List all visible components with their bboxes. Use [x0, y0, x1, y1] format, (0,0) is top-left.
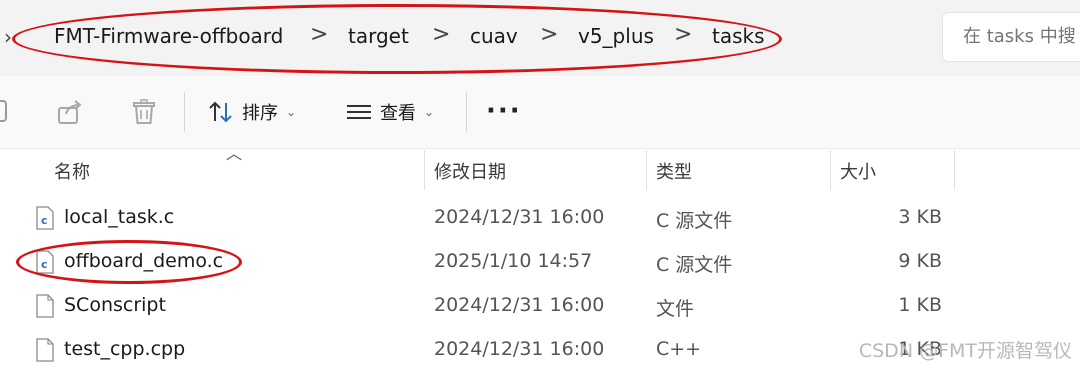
column-divider[interactable]	[830, 150, 831, 190]
breadcrumb-item-cuav[interactable]: cuav	[470, 24, 518, 48]
file-row[interactable]: c local_task.c 2024/12/31 16:00 C 源文件 3 …	[0, 196, 1080, 240]
file-type: C++	[656, 338, 702, 360]
column-divider[interactable]	[646, 150, 647, 190]
column-divider[interactable]	[424, 150, 425, 190]
command-bar: 排序 ⌄ 查看 ⌄	[0, 76, 1080, 149]
file-name: test_cpp.cpp	[64, 338, 186, 360]
trash-icon[interactable]	[130, 98, 158, 126]
toolbar-divider	[184, 92, 185, 132]
breadcrumb-item-tasks[interactable]: tasks	[712, 24, 765, 48]
breadcrumb-item-target[interactable]: target	[348, 24, 409, 48]
column-header-type[interactable]: 类型	[656, 158, 692, 184]
chevron-left-icon[interactable]: ›	[4, 25, 12, 49]
breadcrumb-separator-icon[interactable]: >	[432, 22, 450, 47]
search-input[interactable]	[961, 25, 1080, 48]
column-header-size[interactable]: 大小	[840, 158, 876, 184]
c-file-icon: c	[36, 250, 54, 274]
column-header-row: 名称 修改日期 类型 大小	[0, 148, 1080, 190]
file-size: 1 KB	[898, 294, 942, 316]
sort-label: 排序	[242, 103, 278, 124]
svg-text:c: c	[41, 214, 48, 227]
breadcrumb-separator-icon[interactable]: >	[540, 22, 558, 47]
breadcrumb-item-v5-plus[interactable]: v5_plus	[578, 24, 654, 48]
view-label: 查看	[380, 103, 416, 124]
address-bar[interactable]: › FMT-Firmware-offboard > target > cuav …	[0, 0, 1080, 76]
chevron-down-icon: ⌄	[286, 105, 297, 119]
file-type: C 源文件	[656, 254, 733, 276]
chevron-down-icon: ⌄	[424, 105, 435, 119]
more-options-button[interactable]: ···	[486, 96, 522, 126]
share-icon[interactable]	[56, 98, 84, 126]
view-list-icon	[347, 105, 371, 119]
file-date: 2025/1/10 14:57	[434, 250, 593, 272]
file-size: 3 KB	[898, 206, 942, 228]
breadcrumb-separator-icon[interactable]: >	[310, 22, 328, 47]
file-size: 9 KB	[898, 250, 942, 272]
sort-button[interactable]: 排序 ⌄	[208, 94, 296, 130]
file-date: 2024/12/31 16:00	[434, 338, 605, 360]
column-header-date[interactable]: 修改日期	[434, 158, 506, 184]
file-date: 2024/12/31 16:00	[434, 206, 605, 228]
search-box[interactable]	[942, 12, 1080, 62]
blank-file-icon	[36, 294, 54, 318]
breadcrumb-separator-icon[interactable]: >	[674, 22, 692, 47]
file-type: C 源文件	[656, 210, 733, 232]
file-name: SConscript	[64, 294, 166, 316]
view-button[interactable]: 查看 ⌄	[346, 94, 434, 130]
column-divider[interactable]	[954, 150, 955, 190]
blank-file-icon	[36, 338, 54, 362]
svg-text:c: c	[41, 258, 48, 271]
sort-arrows-icon	[209, 101, 232, 123]
file-row[interactable]: SConscript 2024/12/31 16:00 文件 1 KB	[0, 284, 1080, 328]
file-date: 2024/12/31 16:00	[434, 294, 605, 316]
breadcrumb-item-fmt-firmware-offboard[interactable]: FMT-Firmware-offboard	[54, 24, 283, 48]
file-type: 文件	[656, 298, 695, 320]
file-row[interactable]: c offboard_demo.c 2025/1/10 14:57 C 源文件 …	[0, 240, 1080, 284]
c-file-icon: c	[36, 206, 54, 230]
file-name: offboard_demo.c	[64, 250, 224, 272]
watermark: CSDN @FMT开源智驾仪	[858, 340, 1072, 362]
toolbar-divider	[466, 92, 467, 132]
column-header-name[interactable]: 名称	[54, 158, 90, 184]
copy-icon[interactable]	[0, 98, 10, 124]
file-name: local_task.c	[64, 206, 175, 228]
